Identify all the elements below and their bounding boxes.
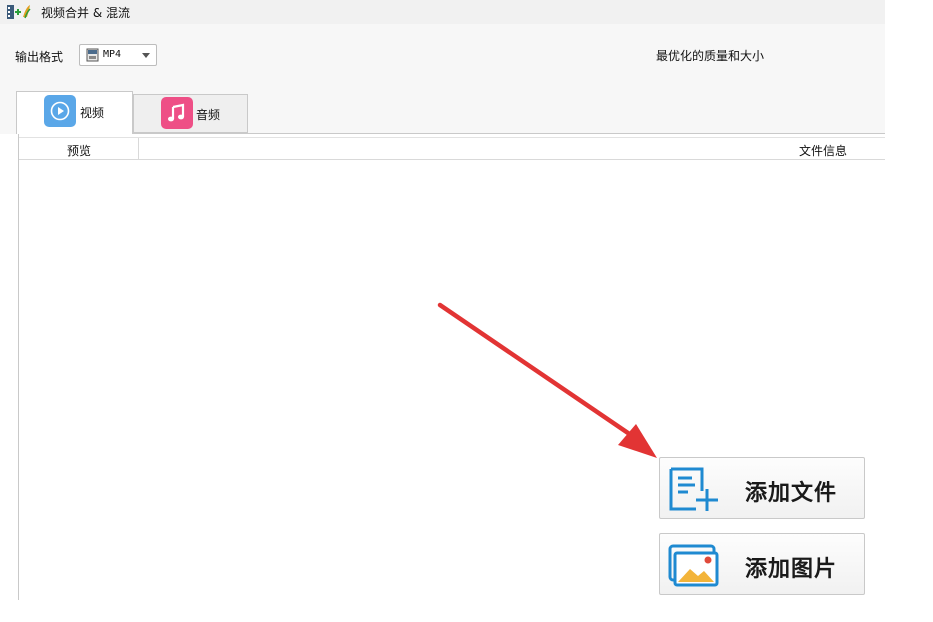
tab-audio-label: 音频 [196, 108, 221, 122]
output-format-value: MP4 [103, 49, 122, 60]
add-image-button[interactable]: 添加图片 [659, 533, 865, 595]
add-image-icon [668, 544, 719, 587]
window-title: 视频合并 & 混流 [41, 6, 130, 20]
list-header: 预览 文件信息 [19, 137, 885, 160]
tab-video[interactable]: 视频 [16, 91, 133, 134]
column-header-preview-label: 预览 [67, 144, 92, 158]
music-note-icon [161, 97, 193, 129]
add-file-icon [669, 467, 718, 511]
output-format-select[interactable]: MP4 [79, 44, 157, 66]
chevron-down-icon [142, 53, 150, 58]
file-list[interactable] [18, 133, 885, 600]
title-bar: 视频合并 & 混流 [0, 0, 885, 24]
column-header-file-info[interactable]: 文件信息 [799, 142, 847, 159]
file-format-icon [86, 48, 99, 62]
play-circle-icon [44, 95, 76, 127]
output-format-label: 输出格式 [15, 50, 64, 64]
add-image-label: 添加图片 [745, 556, 838, 582]
add-file-button[interactable]: 添加文件 [659, 457, 865, 519]
add-file-label: 添加文件 [745, 480, 838, 506]
column-header-preview[interactable]: 预览 [19, 138, 139, 160]
quality-text: 最优化的质量和大小 [656, 49, 765, 63]
tab-audio[interactable]: 音频 [133, 94, 248, 133]
tab-video-label: 视频 [80, 106, 105, 120]
app-logo-icon [7, 5, 31, 19]
